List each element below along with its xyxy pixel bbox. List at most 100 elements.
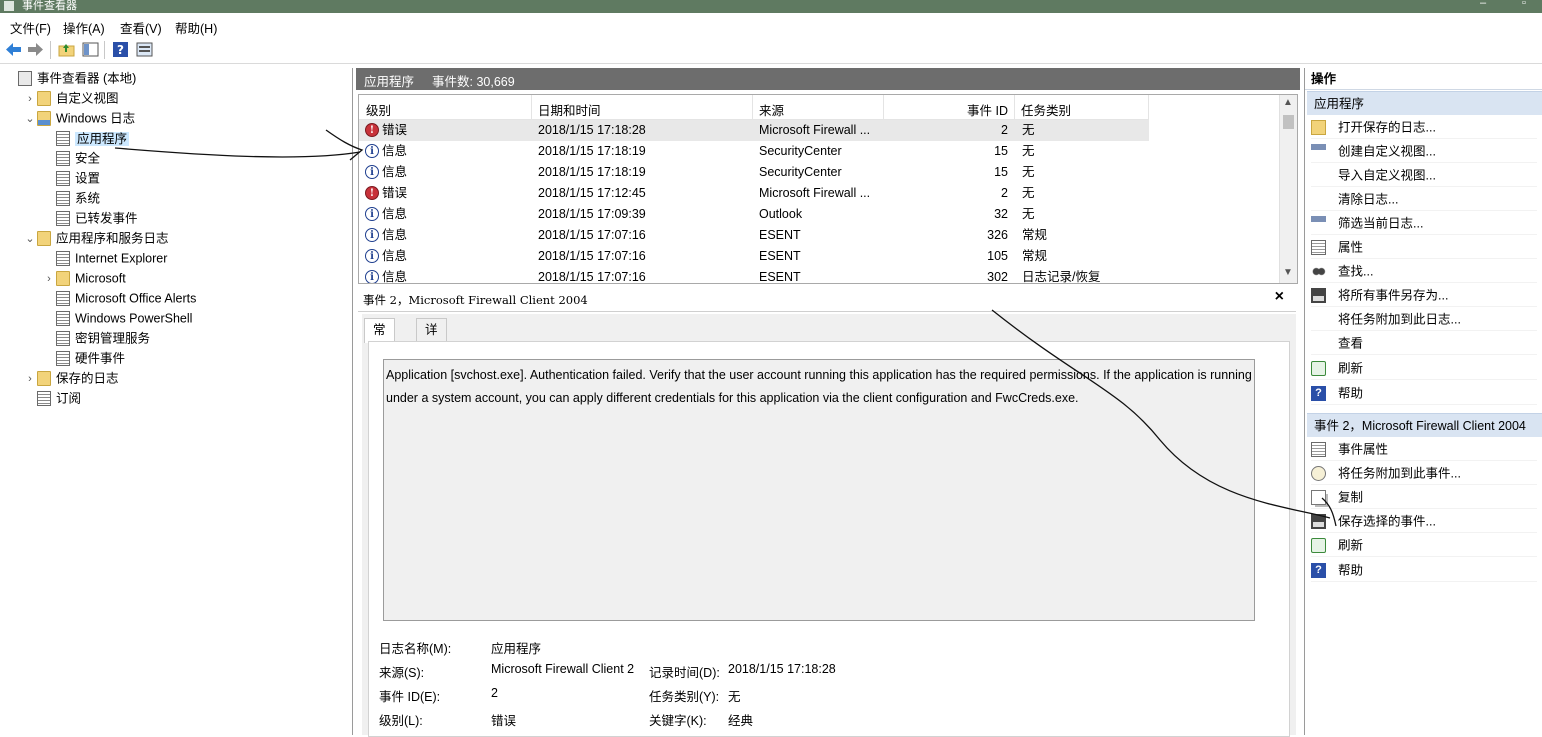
action-item[interactable]: 保存选择的事件... bbox=[1311, 509, 1537, 533]
action-item[interactable]: 清除日志... bbox=[1311, 187, 1537, 211]
tree-item[interactable]: › Microsoft bbox=[42, 268, 126, 288]
event-viewer-icon bbox=[18, 71, 32, 87]
tree-item[interactable]: ⌄ Windows 日志 bbox=[23, 108, 135, 128]
action-item[interactable]: 将任务附加到此事件... bbox=[1311, 461, 1537, 485]
tree-item[interactable]: › 自定义视图 bbox=[23, 88, 119, 108]
close-icon[interactable]: × bbox=[1275, 288, 1284, 306]
action-item[interactable]: 刷新 bbox=[1311, 533, 1537, 557]
folder-icon bbox=[37, 231, 51, 247]
folder-up-icon[interactable] bbox=[58, 41, 75, 58]
tree-expander-icon[interactable]: ⌄ bbox=[23, 109, 37, 129]
tree-item[interactable]: 设置 bbox=[42, 168, 100, 188]
action-label: 帮助 bbox=[1338, 563, 1364, 578]
scroll-up-icon[interactable]: ▲ bbox=[1283, 97, 1293, 108]
action-item[interactable]: 查看 bbox=[1311, 331, 1537, 355]
column-datetime[interactable]: 日期和时间 bbox=[538, 100, 601, 119]
cell-event-id: 15 bbox=[994, 165, 1008, 179]
tree-item-label: 安全 bbox=[75, 151, 101, 166]
tree-item[interactable]: 应用程序 bbox=[42, 128, 130, 148]
table-row[interactable]: ! 错误 2018/1/15 17:12:45 Microsoft Firewall … bbox=[359, 183, 1149, 204]
minimize-button[interactable]: – bbox=[1480, 0, 1486, 9]
tree-item[interactable]: 硬件事件 bbox=[42, 348, 125, 368]
action-item[interactable]: 复制 bbox=[1311, 485, 1537, 509]
table-row[interactable]: i 信息 2018/1/15 17:07:16 ESENT 105 常规 bbox=[359, 246, 1149, 267]
actions-section-log[interactable]: 应用程序 bbox=[1307, 91, 1542, 115]
tree-item[interactable]: 系统 bbox=[42, 188, 100, 208]
tree-expander-icon[interactable]: › bbox=[23, 369, 37, 389]
table-row[interactable]: i 信息 2018/1/15 17:09:39 Outlook 32 无 bbox=[359, 204, 1149, 225]
tree-expander-icon[interactable]: ⌄ bbox=[23, 229, 37, 249]
tab-details[interactable]: 详细信息 bbox=[416, 318, 447, 406]
tab-general[interactable]: 常规 bbox=[364, 318, 395, 360]
action-item[interactable]: ? 帮助 bbox=[1311, 381, 1537, 405]
column-task-category[interactable]: 任务类别 bbox=[1021, 100, 1071, 119]
action-item[interactable]: 属性 bbox=[1311, 235, 1537, 259]
copy-icon bbox=[1311, 490, 1326, 506]
action-item[interactable]: 将所有事件另存为... bbox=[1311, 283, 1537, 307]
menu-view[interactable]: 查看(V) bbox=[120, 18, 162, 37]
tree-item[interactable]: › 保存的日志 bbox=[23, 368, 119, 388]
action-item[interactable]: 导入自定义视图... bbox=[1311, 163, 1537, 187]
restore-button[interactable]: ▫ bbox=[1522, 0, 1526, 9]
action-label: 属性 bbox=[1338, 240, 1364, 255]
tree-item[interactable]: ⌄ 应用程序和服务日志 bbox=[23, 228, 169, 248]
show-action-pane-icon[interactable] bbox=[136, 41, 153, 58]
event-message[interactable]: Application [svchost.exe]. Authenticatio… bbox=[383, 359, 1255, 621]
cell-event-id: 2 bbox=[1001, 123, 1008, 137]
action-item[interactable]: 事件属性 bbox=[1311, 437, 1537, 461]
cell-source: Microsoft Firewall ... bbox=[759, 186, 871, 200]
log-name-value: 应用程序 bbox=[491, 642, 542, 656]
tree-item[interactable]: Windows PowerShell bbox=[42, 308, 192, 328]
menu-help[interactable]: 帮助(H) bbox=[175, 18, 217, 37]
action-item[interactable]: 打开保存的日志... bbox=[1311, 115, 1537, 139]
action-item[interactable]: 刷新 bbox=[1311, 356, 1537, 380]
action-item[interactable]: 查找... bbox=[1311, 259, 1537, 283]
toolbar-separator bbox=[104, 41, 105, 59]
grid-scrollbar[interactable]: ▲ ▼ bbox=[1279, 95, 1297, 283]
tree-item-label: 硬件事件 bbox=[75, 351, 126, 366]
action-item[interactable]: 筛选当前日志... bbox=[1311, 211, 1537, 235]
action-item[interactable]: 将任务附加到此日志... bbox=[1311, 307, 1537, 331]
tree-item[interactable]: 订阅 bbox=[23, 388, 81, 408]
forward-arrow-icon[interactable] bbox=[27, 41, 44, 58]
scroll-thumb[interactable] bbox=[1283, 115, 1294, 129]
log-icon bbox=[56, 211, 70, 227]
tree-expander-icon[interactable]: › bbox=[23, 89, 37, 109]
show-hide-tree-icon[interactable] bbox=[82, 41, 99, 58]
tree-item[interactable]: Internet Explorer bbox=[42, 248, 167, 268]
cell-task-category: 无 bbox=[1022, 123, 1035, 137]
cell-datetime: 2018/1/15 17:07:16 bbox=[538, 249, 646, 263]
column-source[interactable]: 来源 bbox=[759, 100, 784, 119]
table-row[interactable]: i 信息 2018/1/15 17:07:16 ESENT 326 常规 bbox=[359, 225, 1149, 246]
log-icon bbox=[56, 331, 70, 347]
cell-task-category: 无 bbox=[1022, 186, 1035, 200]
scroll-down-icon[interactable]: ▼ bbox=[1283, 267, 1293, 278]
open-folder-icon bbox=[1311, 120, 1326, 136]
actions-section-event[interactable]: 事件 2，Microsoft Firewall Client 2004 bbox=[1307, 413, 1542, 437]
filter-create-icon bbox=[1311, 144, 1326, 160]
tree-expander-icon[interactable]: › bbox=[42, 269, 56, 289]
menu-action[interactable]: 操作(A) bbox=[63, 18, 105, 37]
tree-item[interactable]: 密钥管理服务 bbox=[42, 328, 150, 348]
tree-item[interactable]: 已转发事件 bbox=[42, 208, 138, 228]
toolbar: ? bbox=[0, 36, 1542, 64]
tree-item-label: 已转发事件 bbox=[75, 211, 138, 226]
table-row[interactable]: ! 错误 2018/1/15 17:18:28 Microsoft Firewall … bbox=[359, 120, 1149, 141]
info-icon: i bbox=[365, 249, 379, 263]
help-icon[interactable]: ? bbox=[112, 41, 129, 58]
back-arrow-icon[interactable] bbox=[5, 41, 22, 58]
tree-item[interactable]: 事件查看器 (本地) bbox=[4, 68, 136, 88]
table-row[interactable]: i 信息 2018/1/15 17:07:16 ESENT 302 日志记录/恢复 bbox=[359, 267, 1149, 283]
column-event-id[interactable]: 事件 ID bbox=[967, 100, 1008, 119]
column-level[interactable]: 级别 bbox=[366, 100, 391, 119]
action-item[interactable]: 创建自定义视图... bbox=[1311, 139, 1537, 163]
cell-source: Outlook bbox=[759, 207, 803, 221]
menu-file[interactable]: 文件(F) bbox=[10, 18, 51, 37]
action-item[interactable]: ? 帮助 bbox=[1311, 558, 1537, 582]
tree-item[interactable]: Microsoft Office Alerts bbox=[42, 288, 196, 308]
table-row[interactable]: i 信息 2018/1/15 17:18:19 SecurityCenter 15 无 bbox=[359, 162, 1149, 183]
task-category-value: 无 bbox=[728, 690, 741, 704]
table-row[interactable]: i 信息 2018/1/15 17:18:19 SecurityCenter 15 无 bbox=[359, 141, 1149, 162]
binoculars-icon bbox=[1311, 264, 1326, 280]
tree-item[interactable]: 安全 bbox=[42, 148, 100, 168]
